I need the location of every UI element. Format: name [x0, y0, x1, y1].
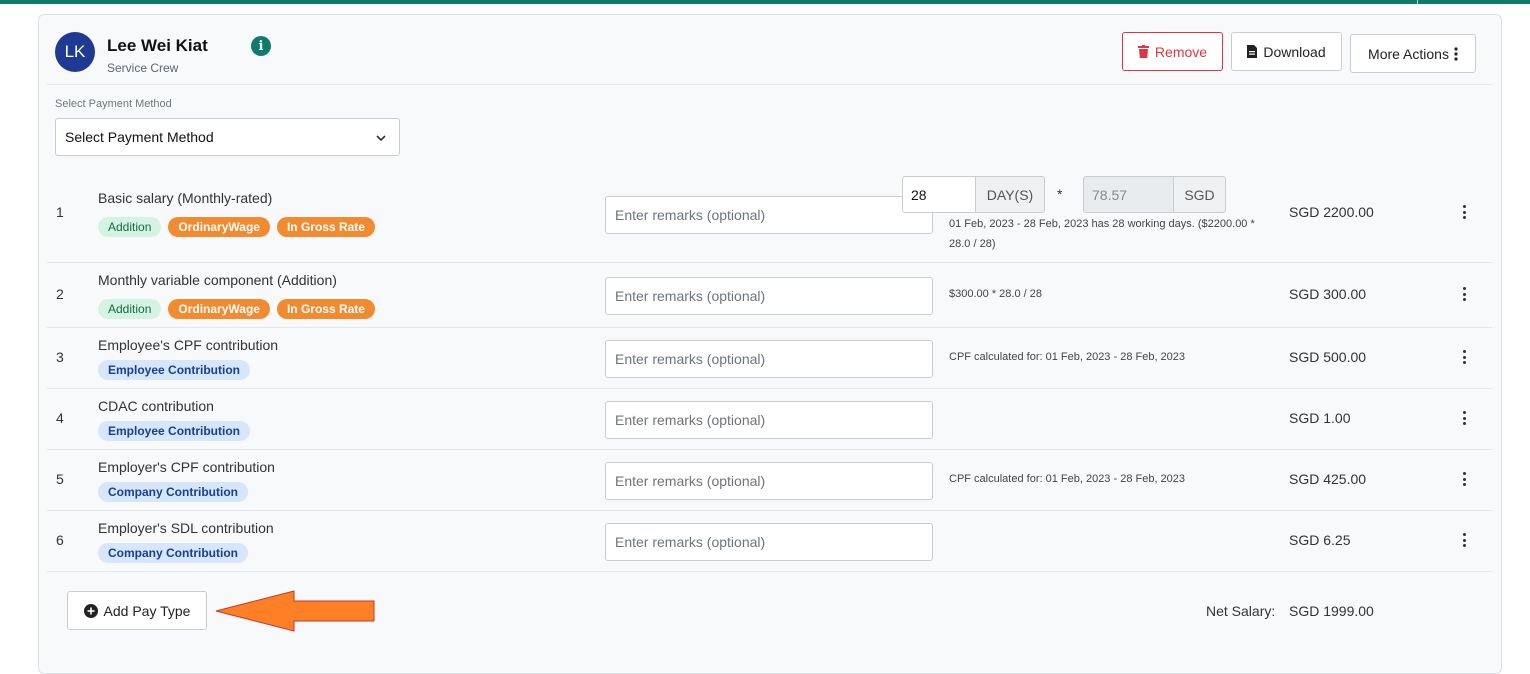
vertical-dots-icon	[1454, 46, 1458, 61]
badge-group: Employee Contribution	[98, 421, 250, 441]
ordinary-wage-badge: OrdinaryWage	[168, 217, 270, 237]
employee-contribution-badge: Employee Contribution	[98, 360, 250, 380]
rate-input	[1083, 176, 1174, 213]
net-salary-value: SGD 1999.00	[1289, 603, 1374, 619]
row-number: 4	[56, 410, 64, 426]
kebab-menu-icon[interactable]	[1458, 531, 1470, 549]
row-amount: SGD 6.25	[1289, 532, 1351, 548]
employee-contribution-badge: Employee Contribution	[98, 421, 250, 441]
calculation-note: 01 Feb, 2023 - 28 Feb, 2023 has 28 worki…	[949, 214, 1255, 254]
row-amount: SGD 1.00	[1289, 410, 1351, 426]
company-contribution-badge: Company Contribution	[98, 482, 248, 502]
kebab-menu-icon[interactable]	[1458, 285, 1470, 303]
download-label: Download	[1263, 43, 1326, 60]
more-actions-label: More Actions	[1368, 45, 1449, 62]
info-icon[interactable]: i	[251, 36, 271, 56]
table-row: 5 Employer's CPF contribution Company Co…	[47, 450, 1492, 511]
more-actions-button[interactable]: More Actions	[1350, 34, 1476, 73]
remarks-input[interactable]	[605, 196, 933, 234]
top-accent-bar	[0, 0, 1530, 4]
kebab-menu-icon[interactable]	[1458, 470, 1470, 488]
pay-item-title: Employer's SDL contribution	[98, 520, 274, 536]
multiply-sign: *	[1057, 186, 1063, 202]
calculation-note: $300.00 * 28.0 / 28	[949, 288, 1042, 300]
pay-item-title: Basic salary (Monthly-rated)	[98, 190, 273, 206]
table-row: 3 Employee's CPF contribution Employee C…	[47, 328, 1492, 389]
payment-method-label: Select Payment Method	[55, 98, 172, 110]
ordinary-wage-badge: OrdinaryWage	[168, 299, 270, 319]
in-gross-rate-badge: In Gross Rate	[276, 299, 375, 319]
row-number: 5	[56, 471, 64, 487]
days-unit-label: DAY(S)	[975, 176, 1045, 213]
company-contribution-badge: Company Contribution	[98, 543, 248, 563]
employee-role: Service Crew	[107, 61, 179, 75]
kebab-menu-icon[interactable]	[1458, 409, 1470, 427]
left-arrow-annotation	[215, 590, 375, 632]
row-number: 6	[56, 532, 64, 548]
calculation-note: CPF calculated for: 01 Feb, 2023 - 28 Fe…	[949, 351, 1186, 363]
rate-unit-label: SGD	[1173, 176, 1226, 213]
row-amount: SGD 2200.00	[1289, 204, 1374, 220]
trash-icon	[1137, 45, 1149, 58]
kebab-menu-icon[interactable]	[1458, 348, 1470, 366]
plus-circle-icon	[83, 603, 98, 618]
remarks-input[interactable]	[605, 277, 933, 315]
in-gross-rate-badge: In Gross Rate	[276, 217, 375, 237]
remarks-input[interactable]	[605, 401, 933, 439]
avatar: LK	[55, 32, 95, 72]
top-bar-divider	[1417, 0, 1418, 4]
pdf-file-icon	[1247, 45, 1258, 58]
remarks-input[interactable]	[605, 340, 933, 378]
row-number: 2	[56, 286, 64, 302]
calculation-note-line-1: 01 Feb, 2023 - 28 Feb, 2023 has 28 worki…	[949, 218, 1255, 230]
row-amount: SGD 300.00	[1289, 286, 1367, 302]
kebab-menu-icon[interactable]	[1458, 203, 1470, 221]
addition-badge: Addition	[98, 217, 162, 237]
addition-badge: Addition	[98, 299, 162, 319]
row-amount: SGD 500.00	[1289, 349, 1367, 365]
badge-group: Addition OrdinaryWage In Gross Rate	[98, 217, 375, 237]
badge-group: Addition OrdinaryWage In Gross Rate	[98, 299, 375, 319]
table-row: 1 Basic salary (Monthly-rated) Addition …	[47, 176, 1492, 263]
add-pay-type-label: Add Pay Type	[103, 602, 191, 619]
days-input[interactable]	[902, 176, 976, 213]
pay-item-title: CDAC contribution	[98, 398, 214, 414]
remove-label: Remove	[1154, 43, 1208, 60]
table-row: 4 CDAC contribution Employee Contributio…	[47, 389, 1492, 450]
add-pay-type-button[interactable]: Add Pay Type	[67, 591, 207, 630]
download-button[interactable]: Download	[1231, 32, 1342, 71]
calculation-note: CPF calculated for: 01 Feb, 2023 - 28 Fe…	[949, 473, 1186, 485]
employee-name: Lee Wei Kiat	[107, 36, 208, 55]
row-number: 1	[56, 204, 64, 220]
remove-button[interactable]: Remove	[1122, 32, 1223, 71]
remarks-input[interactable]	[605, 523, 933, 561]
chevron-down-icon	[375, 131, 387, 147]
pay-item-title: Employer's CPF contribution	[98, 459, 275, 475]
header-divider	[47, 84, 1492, 85]
calculation-note-line-2: 28.0 / 28)	[949, 238, 996, 250]
badge-group: Company Contribution	[98, 543, 248, 563]
badge-group: Company Contribution	[98, 482, 248, 502]
table-row: 2 Monthly variable component (Addition) …	[47, 263, 1492, 328]
table-row: 6 Employer's SDL contribution Company Co…	[47, 511, 1492, 572]
payment-method-select[interactable]: Select Payment Method	[55, 118, 400, 156]
pay-item-title: Monthly variable component (Addition)	[98, 272, 337, 288]
pay-item-title: Employee's CPF contribution	[98, 337, 279, 353]
net-salary-label: Net Salary:	[1206, 603, 1276, 619]
remarks-input[interactable]	[605, 462, 933, 500]
payment-method-value: Select Payment Method	[65, 129, 214, 145]
badge-group: Employee Contribution	[98, 360, 250, 380]
row-number: 3	[56, 349, 64, 365]
row-amount: SGD 425.00	[1289, 471, 1367, 487]
